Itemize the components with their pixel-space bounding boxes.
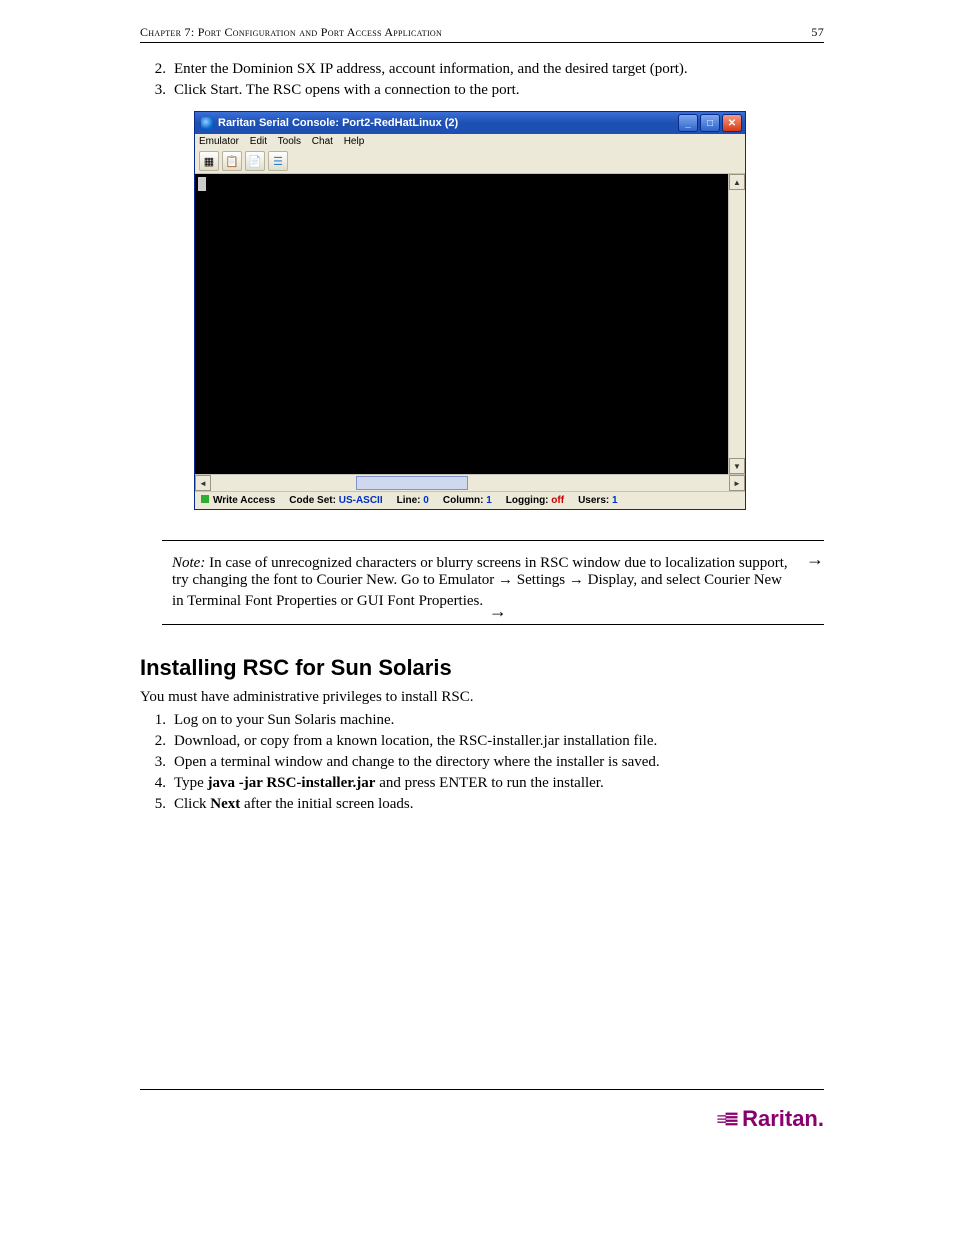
- toolbar-icon[interactable]: ▦: [199, 151, 219, 171]
- list-text: Click Next after the initial screen load…: [174, 796, 824, 813]
- menu-help[interactable]: Help: [344, 136, 365, 147]
- page-number: 57: [811, 25, 824, 40]
- menu-emulator[interactable]: Emulator: [199, 136, 239, 147]
- scroll-thumb[interactable]: [356, 476, 468, 490]
- paste-icon[interactable]: 📄: [245, 151, 265, 171]
- list-item: 2. Download, or copy from a known locati…: [140, 733, 824, 750]
- list-text: Open a terminal window and change to the…: [174, 754, 824, 771]
- copy-icon[interactable]: 📋: [222, 151, 242, 171]
- status-write-access: Write Access: [201, 495, 275, 506]
- vertical-scrollbar[interactable]: ▲ ▼: [728, 174, 745, 474]
- scroll-down-icon[interactable]: ▼: [729, 458, 745, 474]
- app-icon: [201, 117, 213, 129]
- toolbar-icon[interactable]: ☰: [268, 151, 288, 171]
- list-text: Log on to your Sun Solaris machine.: [174, 712, 824, 729]
- brand-text: Raritan.: [742, 1106, 824, 1132]
- scroll-up-icon[interactable]: ▲: [729, 174, 745, 190]
- list-item: 2. Enter the Dominion SX IP address, acc…: [140, 61, 824, 78]
- status-users: Users: 1: [578, 495, 617, 506]
- list-item: 5. Click Next after the initial screen l…: [140, 796, 824, 813]
- titlebar: Raritan Serial Console: Port2-RedHatLinu…: [195, 112, 745, 134]
- toolbar: ▦ 📋 📄 ☰: [195, 149, 745, 174]
- note-content: Note: In case of unrecognized characters…: [162, 555, 806, 610]
- menu-edit[interactable]: Edit: [250, 136, 267, 147]
- top-steps: 2. Enter the Dominion SX IP address, acc…: [140, 61, 824, 99]
- status-logging: Logging: off: [506, 495, 564, 506]
- list-text: Click Start. The RSC opens with a connec…: [174, 82, 824, 99]
- brand-logo: ≡≣ Raritan.: [716, 1106, 824, 1132]
- window-title: Raritan Serial Console: Port2-RedHatLinu…: [218, 117, 458, 129]
- solaris-steps: 1. Log on to your Sun Solaris machine. 2…: [140, 712, 824, 813]
- list-number: 1.: [140, 712, 174, 729]
- scroll-right-icon[interactable]: ►: [729, 475, 745, 491]
- terminal-area[interactable]: [195, 174, 728, 474]
- list-text: Download, or copy from a known location,…: [174, 733, 824, 750]
- arrow-icon: →: [489, 601, 507, 622]
- window-controls: _ □ ✕: [678, 114, 742, 132]
- close-button[interactable]: ✕: [722, 114, 742, 132]
- note-box: Note: In case of unrecognized characters…: [162, 540, 824, 625]
- brand-icon: ≡≣: [716, 1109, 736, 1130]
- status-code-set: Code Set: US-ASCII: [289, 495, 382, 506]
- status-line: Line: 0: [397, 495, 429, 506]
- chapter-label: Chapter 7: Port Configuration and Port A…: [140, 25, 442, 40]
- list-number: 5.: [140, 796, 174, 813]
- minimize-button[interactable]: _: [678, 114, 698, 132]
- list-number: 3.: [140, 82, 174, 99]
- statusbar: Write Access Code Set: US-ASCII Line: 0 …: [195, 491, 745, 509]
- rsc-window: Raritan Serial Console: Port2-RedHatLinu…: [194, 111, 746, 510]
- maximize-button[interactable]: □: [700, 114, 720, 132]
- list-number: 2.: [140, 61, 174, 78]
- page-header: Chapter 7: Port Configuration and Port A…: [140, 25, 824, 43]
- section-intro: You must have administrative privileges …: [140, 689, 824, 706]
- list-item: 3. Click Start. The RSC opens with a con…: [140, 82, 824, 99]
- menu-tools[interactable]: Tools: [278, 136, 301, 147]
- list-text: Type java -jar RSC-installer.jar and pre…: [174, 775, 824, 792]
- list-item: 1. Log on to your Sun Solaris machine.: [140, 712, 824, 729]
- section-heading: Installing RSC for Sun Solaris: [140, 655, 824, 681]
- terminal-cursor: [198, 177, 206, 191]
- arrow-icon: →: [806, 549, 824, 570]
- footer-rule: [140, 1089, 824, 1090]
- horizontal-scrollbar[interactable]: ◄ ►: [195, 474, 745, 491]
- menubar: Emulator Edit Tools Chat Help: [195, 134, 745, 149]
- note-label: Note:: [172, 555, 205, 571]
- list-text: Enter the Dominion SX IP address, accoun…: [174, 61, 824, 78]
- list-number: 2.: [140, 733, 174, 750]
- menu-chat[interactable]: Chat: [312, 136, 333, 147]
- status-column: Column: 1: [443, 495, 492, 506]
- list-item: 3. Open a terminal window and change to …: [140, 754, 824, 771]
- scroll-left-icon[interactable]: ◄: [195, 475, 211, 491]
- note-text-body: In case of unrecognized characters or bl…: [172, 555, 788, 609]
- list-number: 3.: [140, 754, 174, 771]
- list-number: 4.: [140, 775, 174, 792]
- list-item: 4. Type java -jar RSC-installer.jar and …: [140, 775, 824, 792]
